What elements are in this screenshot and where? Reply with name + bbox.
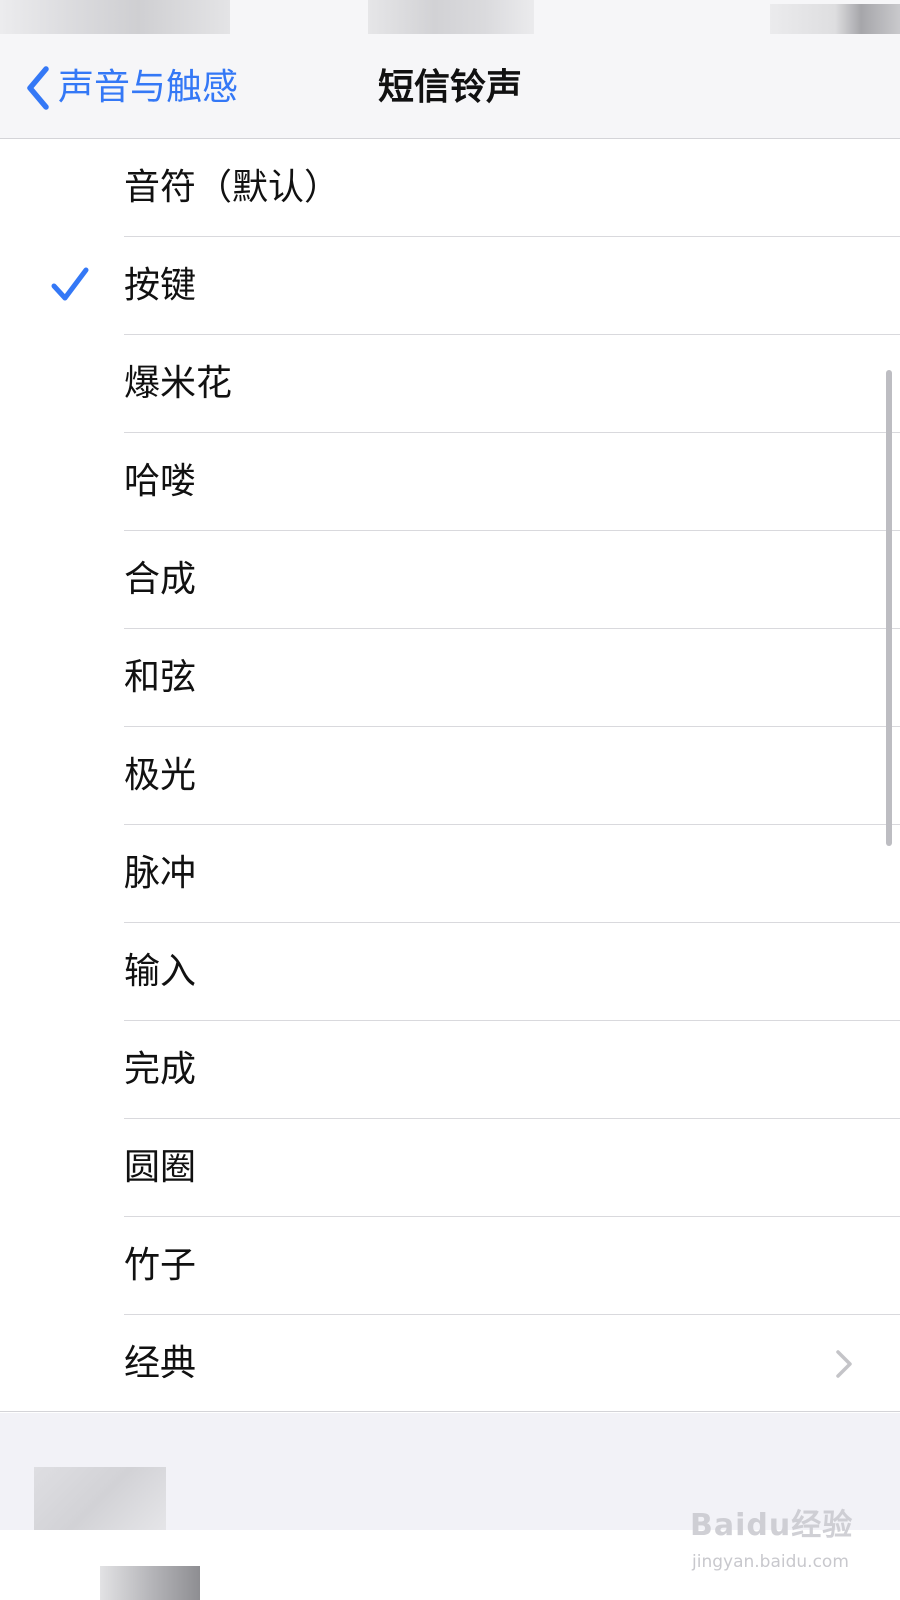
tone-row-label: 音符（默认） (124, 167, 341, 208)
tone-row-label: 圆圈 (124, 1147, 197, 1188)
tone-row-label: 输入 (124, 951, 197, 992)
bottom-blur-block-2 (100, 1566, 200, 1600)
tone-row[interactable]: 按键 (0, 237, 900, 335)
tone-row[interactable]: 合成 (0, 531, 900, 629)
watermark: Baidu经验 jingyan.baidu.com (690, 1500, 890, 1590)
tone-row-label: 经典 (124, 1343, 197, 1384)
tone-list: 音符（默认） 按键爆米花哈喽合成和弦极光脉冲输入完成圆圈竹子经典 (0, 139, 900, 1413)
scroll-indicator[interactable] (886, 370, 892, 846)
status-bar (0, 0, 900, 36)
page-title: 短信铃声 (377, 67, 522, 108)
tone-row[interactable]: 输入 (0, 923, 900, 1021)
tone-row[interactable]: 脉冲 (0, 825, 900, 923)
tone-row-label: 完成 (124, 1049, 197, 1090)
tone-row[interactable]: 圆圈 (0, 1119, 900, 1217)
bottom-blur-block (34, 1467, 166, 1533)
list-bottom-divider (0, 1411, 900, 1412)
status-bar-blur-left (0, 0, 230, 34)
tone-row[interactable]: 和弦 (0, 629, 900, 727)
tone-row-label: 爆米花 (124, 363, 233, 404)
tone-row-label: 和弦 (124, 657, 197, 698)
status-bar-blur-right (770, 4, 900, 34)
navigation-bar: 声音与触感 短信铃声 (0, 36, 900, 139)
tone-row-label: 合成 (124, 559, 197, 600)
tone-row-label: 脉冲 (124, 853, 197, 894)
tone-row-label: 哈喽 (124, 461, 197, 502)
tone-row-label: 按键 (124, 265, 197, 306)
chevron-right-icon (836, 1350, 852, 1378)
watermark-url: jingyan.baidu.com (692, 1552, 849, 1572)
tone-row[interactable]: 竹子 (0, 1217, 900, 1315)
tone-row[interactable]: 经典 (0, 1315, 900, 1413)
tone-row-label: 极光 (124, 755, 197, 796)
tone-row[interactable]: 哈喽 (0, 433, 900, 531)
tone-row-label: 竹子 (124, 1245, 197, 1286)
tone-row[interactable]: 极光 (0, 727, 900, 825)
tone-row[interactable]: 完成 (0, 1021, 900, 1119)
tone-row[interactable]: 爆米花 (0, 335, 900, 433)
tone-row[interactable]: 音符（默认） (0, 139, 900, 237)
checkmark-icon (51, 267, 89, 301)
status-bar-blur-center (368, 0, 534, 34)
watermark-logo: Baidu经验 (690, 1508, 854, 1543)
